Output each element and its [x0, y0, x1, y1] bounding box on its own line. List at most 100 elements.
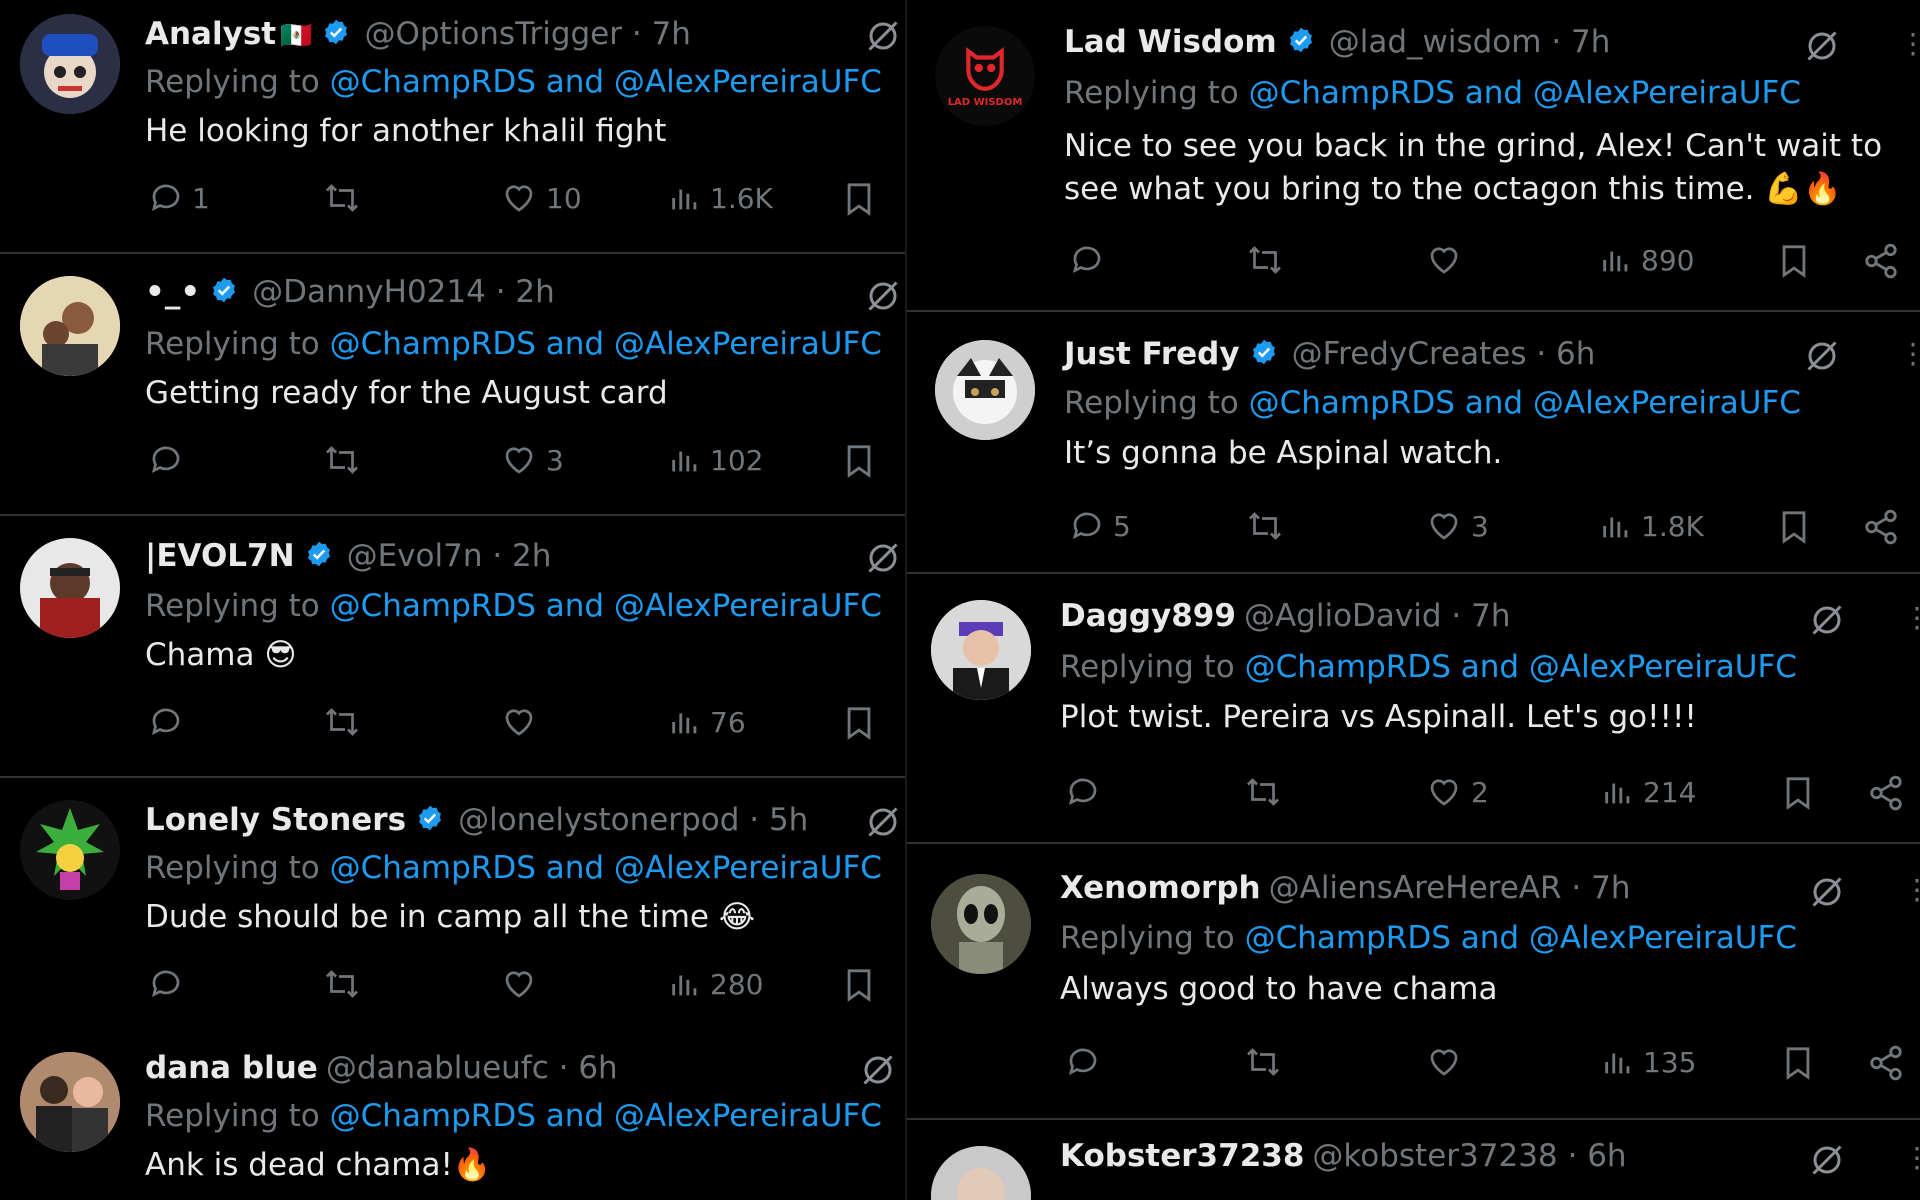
reply-button[interactable] [148, 442, 192, 478]
retweet-button[interactable] [1243, 774, 1283, 810]
display-name[interactable]: |EVOL7N [145, 538, 295, 574]
like-button[interactable] [500, 704, 546, 740]
timestamp[interactable]: · 2h [492, 538, 551, 574]
retweet-button[interactable] [1245, 508, 1285, 544]
display-name[interactable]: Xenomorph [1060, 870, 1261, 906]
tweet[interactable]: Analyst 🇲🇽 @OptionsTrigger · 7h Replying t… [0, 0, 905, 254]
handle[interactable]: @kobster37238 [1312, 1138, 1557, 1174]
display-name[interactable]: Daggy899 [1060, 598, 1236, 634]
grok-icon[interactable] [1809, 602, 1845, 642]
reply-button[interactable]: 1 [148, 180, 210, 216]
grok-icon[interactable] [1804, 28, 1840, 68]
timestamp[interactable]: · 7h [1551, 24, 1610, 60]
grok-icon[interactable] [865, 18, 901, 58]
tweet[interactable]: Xenomorph@AliensAreHereAR · 7h ⋮ Replyin… [907, 844, 1920, 1120]
avatar[interactable] [931, 1146, 1031, 1200]
bookmark-button[interactable] [1781, 774, 1815, 812]
handle[interactable]: @danablueufc [326, 1050, 549, 1086]
avatar[interactable] [20, 1052, 120, 1152]
timestamp[interactable]: · 6h [559, 1050, 618, 1086]
more-icon[interactable]: ⋮ [1903, 876, 1920, 904]
retweet-button[interactable] [322, 180, 362, 216]
replying-links[interactable]: @ChampRDS and @AlexPereiraUFC [1249, 385, 1801, 421]
grok-icon[interactable] [1809, 874, 1845, 914]
display-name[interactable]: dana blue [145, 1050, 318, 1086]
handle[interactable]: @AglioDavid [1244, 598, 1442, 634]
replying-links[interactable]: @ChampRDS and @AlexPereiraUFC [330, 64, 882, 100]
avatar[interactable]: LAD WISDOM [935, 26, 1035, 126]
replying-links[interactable]: @ChampRDS and @AlexPereiraUFC [330, 850, 882, 886]
display-name[interactable]: Analyst [145, 16, 276, 52]
timestamp[interactable]: · 6h [1568, 1138, 1627, 1174]
like-button[interactable] [1425, 1044, 1471, 1080]
handle[interactable]: @lonelystonerpod [458, 802, 739, 838]
reply-button[interactable] [148, 966, 192, 1002]
avatar[interactable] [931, 874, 1031, 974]
grok-icon[interactable] [860, 1052, 896, 1092]
replying-links[interactable]: @ChampRDS and @AlexPereiraUFC [1245, 920, 1797, 956]
views-button[interactable]: 214 [1601, 774, 1696, 810]
retweet-button[interactable] [322, 704, 362, 740]
bookmark-button[interactable] [842, 442, 876, 480]
like-button[interactable]: 3 [500, 442, 564, 478]
display-name[interactable]: Lad Wisdom [1064, 24, 1277, 60]
handle[interactable]: @AliensAreHereAR [1269, 870, 1562, 906]
like-button[interactable]: 2 [1425, 774, 1489, 810]
views-button[interactable]: 102 [668, 442, 763, 478]
views-button[interactable]: 280 [668, 966, 763, 1002]
timestamp[interactable]: · 7h [1451, 598, 1510, 634]
grok-icon[interactable] [1809, 1142, 1845, 1182]
bookmark-button[interactable] [842, 966, 876, 1004]
more-icon[interactable]: ⋮ [1903, 604, 1920, 632]
retweet-button[interactable] [322, 442, 362, 478]
timestamp[interactable]: · 6h [1536, 336, 1595, 372]
views-button[interactable]: 1.8K [1599, 508, 1704, 544]
avatar[interactable] [931, 600, 1031, 700]
display-name[interactable]: Lonely Stoners [145, 802, 406, 838]
tweet[interactable]: Just Fredy @FredyCreates · 6h ⋮ Replying … [907, 312, 1920, 574]
tweet[interactable]: Daggy899@AglioDavid · 7h ⋮ Replying to @… [907, 574, 1920, 844]
avatar[interactable] [20, 800, 120, 900]
like-button[interactable] [500, 966, 546, 1002]
bookmark-button[interactable] [842, 180, 876, 218]
handle[interactable]: @Evol7n [347, 538, 483, 574]
replying-links[interactable]: @ChampRDS and @AlexPereiraUFC [330, 588, 882, 624]
handle[interactable]: @DannyH0214 [252, 274, 486, 310]
avatar[interactable] [20, 276, 120, 376]
bookmark-button[interactable] [1777, 242, 1811, 280]
avatar[interactable] [935, 340, 1035, 440]
views-button[interactable]: 1.6K [668, 180, 773, 216]
views-button[interactable]: 135 [1601, 1044, 1696, 1080]
bookmark-button[interactable] [842, 704, 876, 742]
retweet-button[interactable] [322, 966, 362, 1002]
grok-icon[interactable] [1804, 338, 1840, 378]
more-icon[interactable]: ⋮ [1899, 30, 1920, 58]
replying-links[interactable]: @ChampRDS and @AlexPereiraUFC [1249, 75, 1801, 111]
like-button[interactable]: 10 [500, 180, 582, 216]
views-button[interactable]: 76 [668, 704, 746, 740]
reply-button[interactable] [1065, 1044, 1109, 1080]
tweet[interactable]: LAD WISDOM Lad Wisdom@lad_wisdom · 7h ⋮ … [907, 0, 1920, 312]
handle[interactable]: @OptionsTrigger [364, 16, 622, 52]
handle[interactable]: @FredyCreates [1292, 336, 1527, 372]
handle[interactable]: @lad_wisdom [1329, 24, 1542, 60]
timestamp[interactable]: · 5h [749, 802, 808, 838]
display-name[interactable]: •_• [145, 274, 200, 310]
grok-icon[interactable] [865, 804, 901, 844]
reply-button[interactable] [148, 704, 192, 740]
timestamp[interactable]: · 7h [632, 16, 691, 52]
views-button[interactable]: 890 [1599, 242, 1694, 278]
retweet-button[interactable] [1245, 242, 1285, 278]
bookmark-button[interactable] [1777, 508, 1811, 546]
like-button[interactable] [1425, 242, 1471, 278]
grok-icon[interactable] [865, 278, 901, 318]
like-button[interactable]: 3 [1425, 508, 1489, 544]
replying-links[interactable]: @ChampRDS and @AlexPereiraUFC [1245, 649, 1797, 685]
replying-links[interactable]: @ChampRDS and @AlexPereiraUFC [330, 1098, 882, 1134]
retweet-button[interactable] [1243, 1044, 1283, 1080]
reply-button[interactable] [1069, 242, 1113, 278]
avatar[interactable] [20, 14, 120, 114]
timestamp[interactable]: · 2h [496, 274, 555, 310]
share-button[interactable] [1862, 242, 1900, 280]
replying-links[interactable]: @ChampRDS and @AlexPereiraUFC [330, 326, 882, 362]
